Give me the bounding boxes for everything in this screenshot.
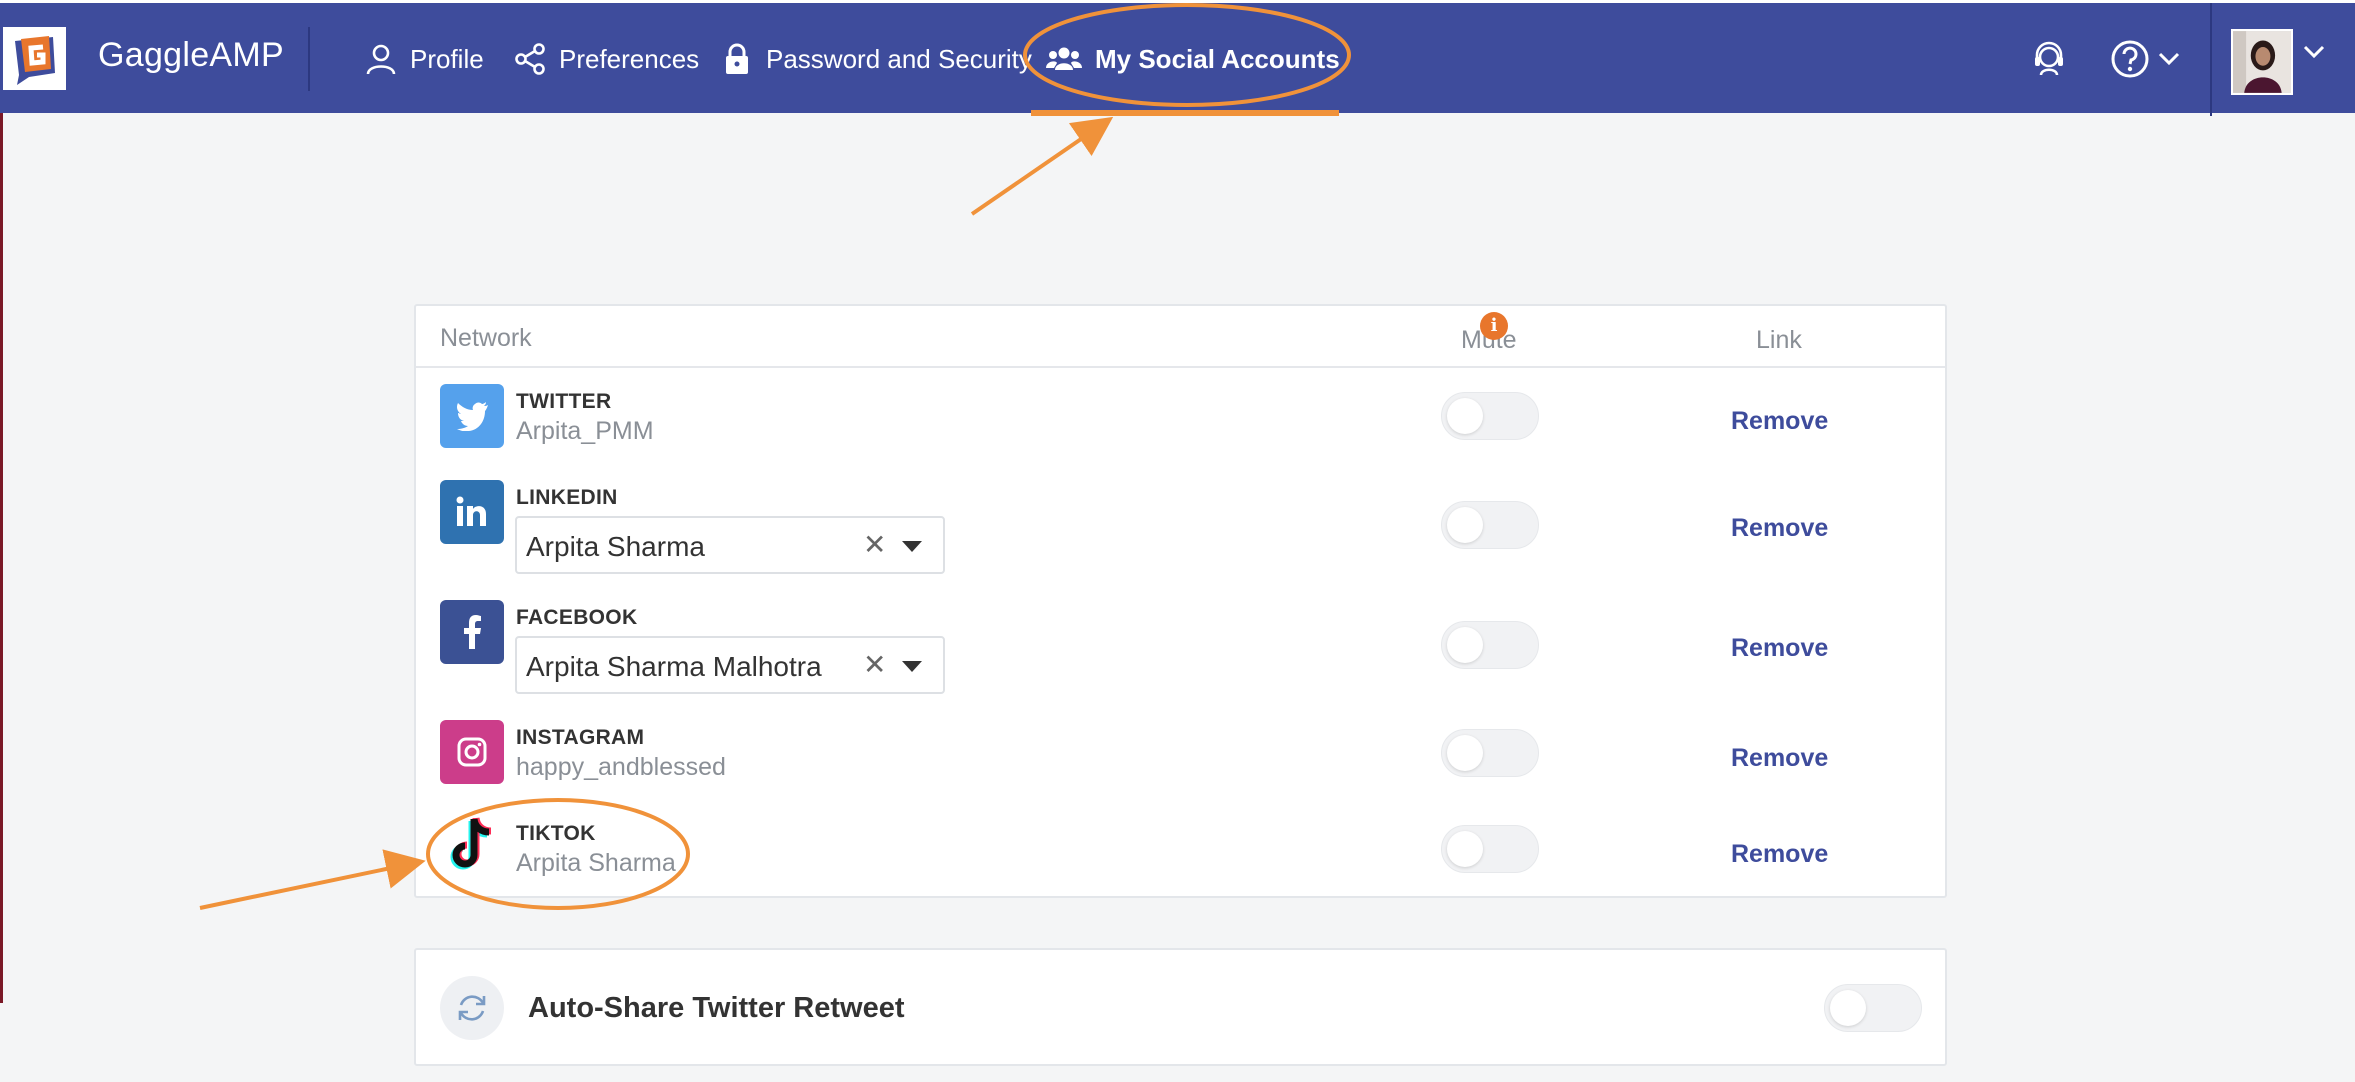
network-name: TWITTER bbox=[516, 390, 612, 413]
nav-divider bbox=[308, 27, 310, 91]
refresh-icon bbox=[440, 976, 504, 1040]
logo-icon bbox=[3, 27, 66, 90]
help-menu-button[interactable] bbox=[2110, 39, 2180, 79]
clear-icon[interactable]: ✕ bbox=[863, 528, 886, 561]
linkedin-account-select[interactable]: Arpita Sharma ✕ bbox=[515, 516, 945, 574]
toggle-knob bbox=[1447, 398, 1483, 434]
linkedin-icon bbox=[440, 480, 504, 544]
nav-preferences-label: Preferences bbox=[559, 43, 700, 74]
network-name: LINKEDIN bbox=[516, 486, 618, 509]
avatar[interactable] bbox=[2231, 29, 2293, 95]
network-name: INSTAGRAM bbox=[516, 726, 645, 749]
nav-my-social-accounts[interactable]: My Social Accounts bbox=[1045, 35, 1340, 83]
table-row-facebook: FACEBOOK Arpita Sharma Malhotra ✕ Remove bbox=[416, 596, 1945, 696]
tiktok-icon bbox=[440, 814, 504, 878]
mute-toggle[interactable] bbox=[1441, 825, 1539, 873]
active-tab-indicator bbox=[1031, 110, 1339, 116]
nav-social-label: My Social Accounts bbox=[1095, 43, 1340, 74]
toggle-knob bbox=[1447, 831, 1483, 867]
toggle-knob bbox=[1830, 990, 1866, 1026]
column-link: Link bbox=[1756, 326, 1802, 354]
account-handle: Arpita Sharma bbox=[516, 849, 676, 877]
chevron-down-icon bbox=[2303, 45, 2325, 59]
support-agent-icon bbox=[2035, 41, 2063, 76]
nav-divider-right bbox=[2210, 3, 2212, 116]
arrow-to-nav bbox=[970, 116, 1114, 216]
facebook-account-select[interactable]: Arpita Sharma Malhotra ✕ bbox=[515, 636, 945, 694]
brand-name: GaggleAMP bbox=[98, 36, 285, 74]
caret-down-icon[interactable] bbox=[902, 661, 922, 672]
mute-info-icon[interactable]: i bbox=[1480, 312, 1508, 340]
gaggleamp-logo[interactable] bbox=[3, 27, 66, 90]
facebook-icon bbox=[440, 600, 504, 664]
toggle-knob bbox=[1447, 507, 1483, 543]
user-photo bbox=[2233, 31, 2291, 93]
users-icon bbox=[1046, 47, 1082, 70]
toggle-knob bbox=[1447, 627, 1483, 663]
select-value: Arpita Sharma Malhotra bbox=[526, 651, 822, 682]
remove-link[interactable]: Remove bbox=[1731, 407, 1828, 436]
account-handle: happy_andblessed bbox=[516, 753, 726, 781]
table-row-tiktok: TIKTOK Arpita Sharma Remove bbox=[416, 812, 1945, 882]
select-value: Arpita Sharma bbox=[526, 531, 705, 562]
instagram-icon bbox=[440, 720, 504, 784]
chevron-down-icon bbox=[2158, 52, 2180, 66]
auto-share-card: Auto-Share Twitter Retweet bbox=[414, 948, 1947, 1066]
auto-share-title: Auto-Share Twitter Retweet bbox=[528, 992, 905, 1024]
table-row-linkedin: LINKEDIN Arpita Sharma ✕ Remove bbox=[416, 476, 1945, 576]
table-header: Network Mute Link i bbox=[416, 306, 1945, 368]
remove-link[interactable]: Remove bbox=[1731, 840, 1828, 869]
clear-icon[interactable]: ✕ bbox=[863, 648, 886, 681]
remove-link[interactable]: Remove bbox=[1731, 634, 1828, 663]
arrow-to-tiktok bbox=[199, 849, 426, 910]
help-icon bbox=[2111, 40, 2149, 78]
top-navbar: GaggleAMP Profile Preferences Password a… bbox=[0, 0, 2355, 116]
share-icon bbox=[515, 43, 545, 75]
network-name: TIKTOK bbox=[516, 822, 596, 845]
window-edge bbox=[0, 113, 3, 1003]
caret-down-icon[interactable] bbox=[902, 541, 922, 552]
table-row-instagram: INSTAGRAM happy_andblessed Remove bbox=[416, 716, 1945, 786]
mute-toggle[interactable] bbox=[1441, 392, 1539, 440]
nav-profile-label: Profile bbox=[410, 43, 484, 74]
remove-link[interactable]: Remove bbox=[1731, 744, 1828, 773]
nav-password-security[interactable]: Password and Security bbox=[720, 35, 1032, 83]
remove-link[interactable]: Remove bbox=[1731, 514, 1828, 543]
column-network: Network bbox=[440, 324, 532, 352]
lock-icon bbox=[726, 43, 748, 74]
account-menu-chevron[interactable] bbox=[2303, 45, 2325, 59]
social-accounts-table: Network Mute Link i TWITTER Arpita_PMM R… bbox=[414, 304, 1947, 898]
user-icon bbox=[366, 44, 396, 75]
auto-share-toggle[interactable] bbox=[1824, 984, 1922, 1032]
network-name: FACEBOOK bbox=[516, 606, 638, 629]
nav-preferences[interactable]: Preferences bbox=[513, 35, 699, 83]
nav-password-label: Password and Security bbox=[766, 43, 1032, 74]
mute-toggle[interactable] bbox=[1441, 729, 1539, 777]
twitter-icon bbox=[440, 384, 504, 448]
mute-toggle[interactable] bbox=[1441, 621, 1539, 669]
mute-toggle[interactable] bbox=[1441, 501, 1539, 549]
account-handle: Arpita_PMM bbox=[516, 417, 654, 445]
nav-profile[interactable]: Profile bbox=[364, 35, 484, 83]
support-button[interactable] bbox=[2030, 39, 2068, 79]
table-row-twitter: TWITTER Arpita_PMM Remove bbox=[416, 381, 1945, 451]
toggle-knob bbox=[1447, 735, 1483, 771]
